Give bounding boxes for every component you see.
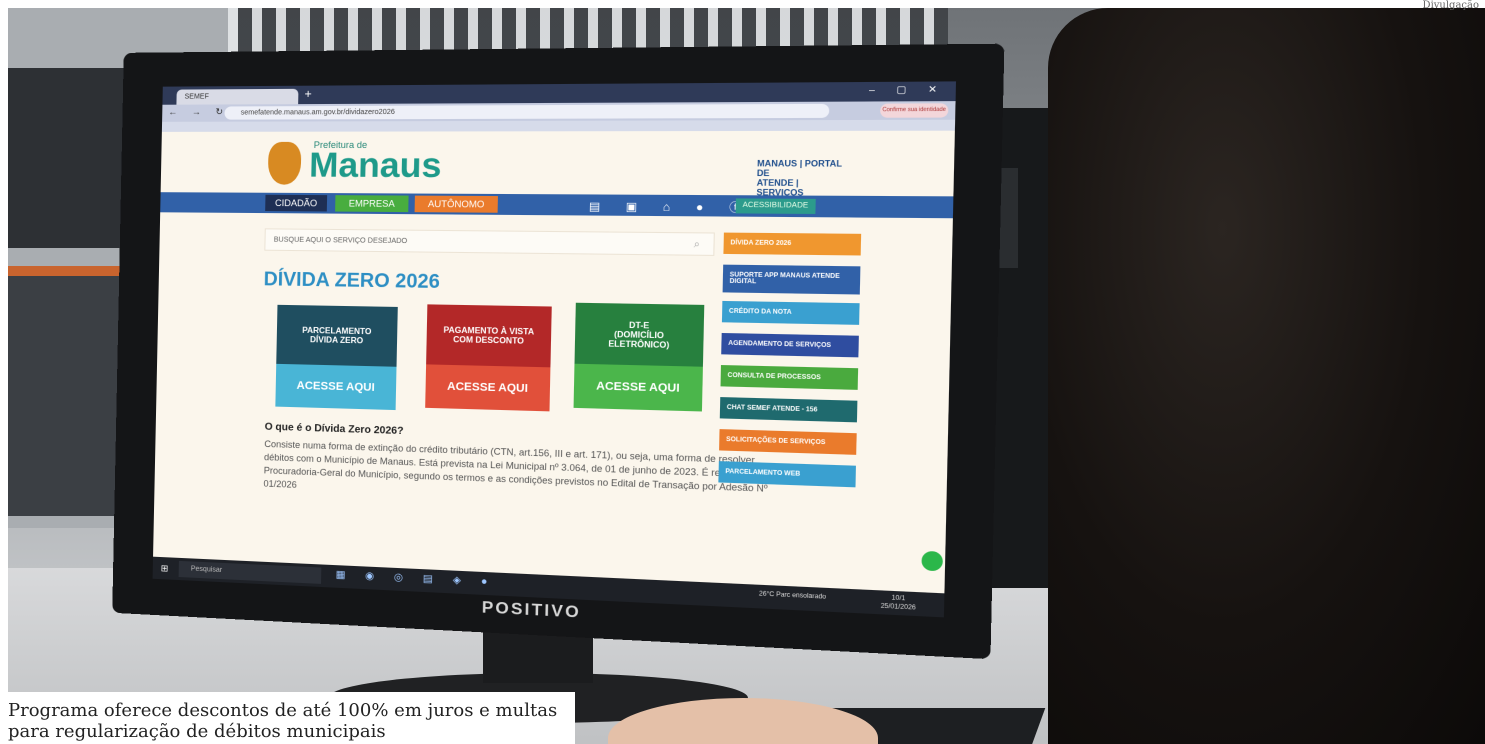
city-crest-icon [267,141,302,185]
sidebar-item[interactable]: CRÉDITO DA NOTA [721,300,860,325]
sidebar-item-label: CRÉDITO DA NOTA [728,308,792,317]
taskbar-clock[interactable]: 10/1 25/01/2026 [881,594,917,613]
photo-credit: Divulgação [1422,0,1479,11]
logo-text[interactable]: Manaus [309,146,442,186]
sidebar-item-label: DÍVIDA ZERO 2026 [730,240,792,248]
menu-empresa[interactable]: EMPRESA [335,195,409,213]
weather-widget[interactable]: 26°C Parc ensolarado [759,591,826,601]
menu-autonomo[interactable]: AUTÔNOMO [414,195,498,213]
sidebar-item-label: PARCELAMENTO WEB [725,468,801,478]
card-pagamento[interactable]: PAGAMENTO À VISTA COM DESCONTO ACESSE AQ… [425,304,552,412]
taskbar-app-icons[interactable]: ▦ ◉ ◎ ▤ ◈ ● [336,569,497,588]
service-search-input[interactable]: BUSQUE AQUI O SERVIÇO DESEJADO ⌕ [264,228,715,256]
window-controls-icon[interactable]: – ▢ ✕ [869,84,947,96]
portal-logo-line1: MANAUS | PORTAL DE [756,158,842,179]
sidebar-item[interactable]: CHAT SEMEF ATENDE - 156 [719,397,858,423]
person-silhouette [1048,8,1485,744]
browser-address-bar: ← → ↻ semefatende.manaus.am.gov.br/divid… [162,101,956,122]
browser-tab[interactable]: SEMEF [176,88,299,105]
profile-button[interactable]: Confirme sua identidade [880,103,949,118]
taskbar-search-input[interactable]: Pesquisar [178,560,322,584]
new-tab-icon[interactable]: + [304,87,312,101]
card-action-button[interactable]: ACESSE AQUI [275,363,397,411]
card-title: PAGAMENTO À VISTA COM DESCONTO [426,304,552,368]
url-field[interactable]: semefatende.manaus.am.gov.br/dividazero2… [224,103,830,120]
faq-text: Consiste numa forma de extinção do crédi… [263,438,775,494]
monitor-screen: SEMEF + – ▢ ✕ ← → ↻ semefatende.manaus.a… [152,81,957,618]
accessibility-button[interactable]: ACESSIBILIDADE [735,198,816,214]
whatsapp-icon[interactable] [921,550,943,572]
menu-cidadao[interactable]: CIDADÃO [265,194,328,212]
sidebar-item-label: AGENDAMENTO DE SERVIÇOS [728,340,832,350]
card-dte[interactable]: DT-E (DOMICÍLIO ELETRÔNICO) ACESSE AQUI [573,302,705,412]
card-action-button[interactable]: ACESSE AQUI [573,363,703,412]
card-action-button[interactable]: ACESSE AQUI [425,364,551,412]
taskbar-date: 25/01/2026 [880,603,916,612]
sidebar-item-label: SUPORTE APP MANAUS ATENDE DIGITAL [729,272,840,286]
portal-logo[interactable]: MANAUS | PORTAL DE ATENDE | SERVIÇOS [756,159,849,198]
navigation-icons[interactable]: ← → ↻ [168,106,229,117]
card-parcelamento[interactable]: PARCELAMENTO DÍVIDA ZERO ACESSE AQUI [275,304,398,411]
site-menu: CIDADÃO EMPRESA AUTÔNOMO ▤ ▣ ⌂ ● ⓕ ⓥ ACE… [160,192,954,219]
windows-start-icon[interactable]: ⊞ [161,563,169,574]
search-icon[interactable]: ⌕ [693,233,701,257]
photo-caption: Programa oferece descontos de até 100% e… [0,692,575,744]
monitor: SEMEF + – ▢ ✕ ← → ↻ semefatende.manaus.a… [112,43,1005,660]
sidebar-item-label: CONSULTA DE PROCESSOS [727,372,821,382]
sidebar-item[interactable]: SUPORTE APP MANAUS ATENDE DIGITAL [722,264,861,295]
sidebar-item[interactable]: AGENDAMENTO DE SERVIÇOS [721,332,859,358]
search-placeholder: BUSQUE AQUI O SERVIÇO DESEJADO [273,236,408,246]
site-header: Prefeitura de Manaus MANAUS | PORTAL DE … [160,130,955,198]
card-title: DT-E (DOMICÍLIO ELETRÔNICO) [574,302,705,367]
card-title: PARCELAMENTO DÍVIDA ZERO [276,304,398,367]
sidebar-item[interactable]: DÍVIDA ZERO 2026 [723,232,862,256]
page-title: DÍVIDA ZERO 2026 [263,268,441,294]
sidebar-item-label: SOLICITAÇÕES DE SERVIÇOS [726,436,826,447]
sidebar-item-label: CHAT SEMEF ATENDE - 156 [726,404,818,414]
sidebar-item[interactable]: SOLICITAÇÕES DE SERVIÇOS [719,429,857,455]
photo: SEMEF + – ▢ ✕ ← → ↻ semefatende.manaus.a… [8,8,1485,744]
sidebar-item[interactable]: CONSULTA DE PROCESSOS [720,365,859,390]
faq-title: O que é o Dívida Zero 2026? [264,421,404,438]
background-shelf [8,68,128,248]
